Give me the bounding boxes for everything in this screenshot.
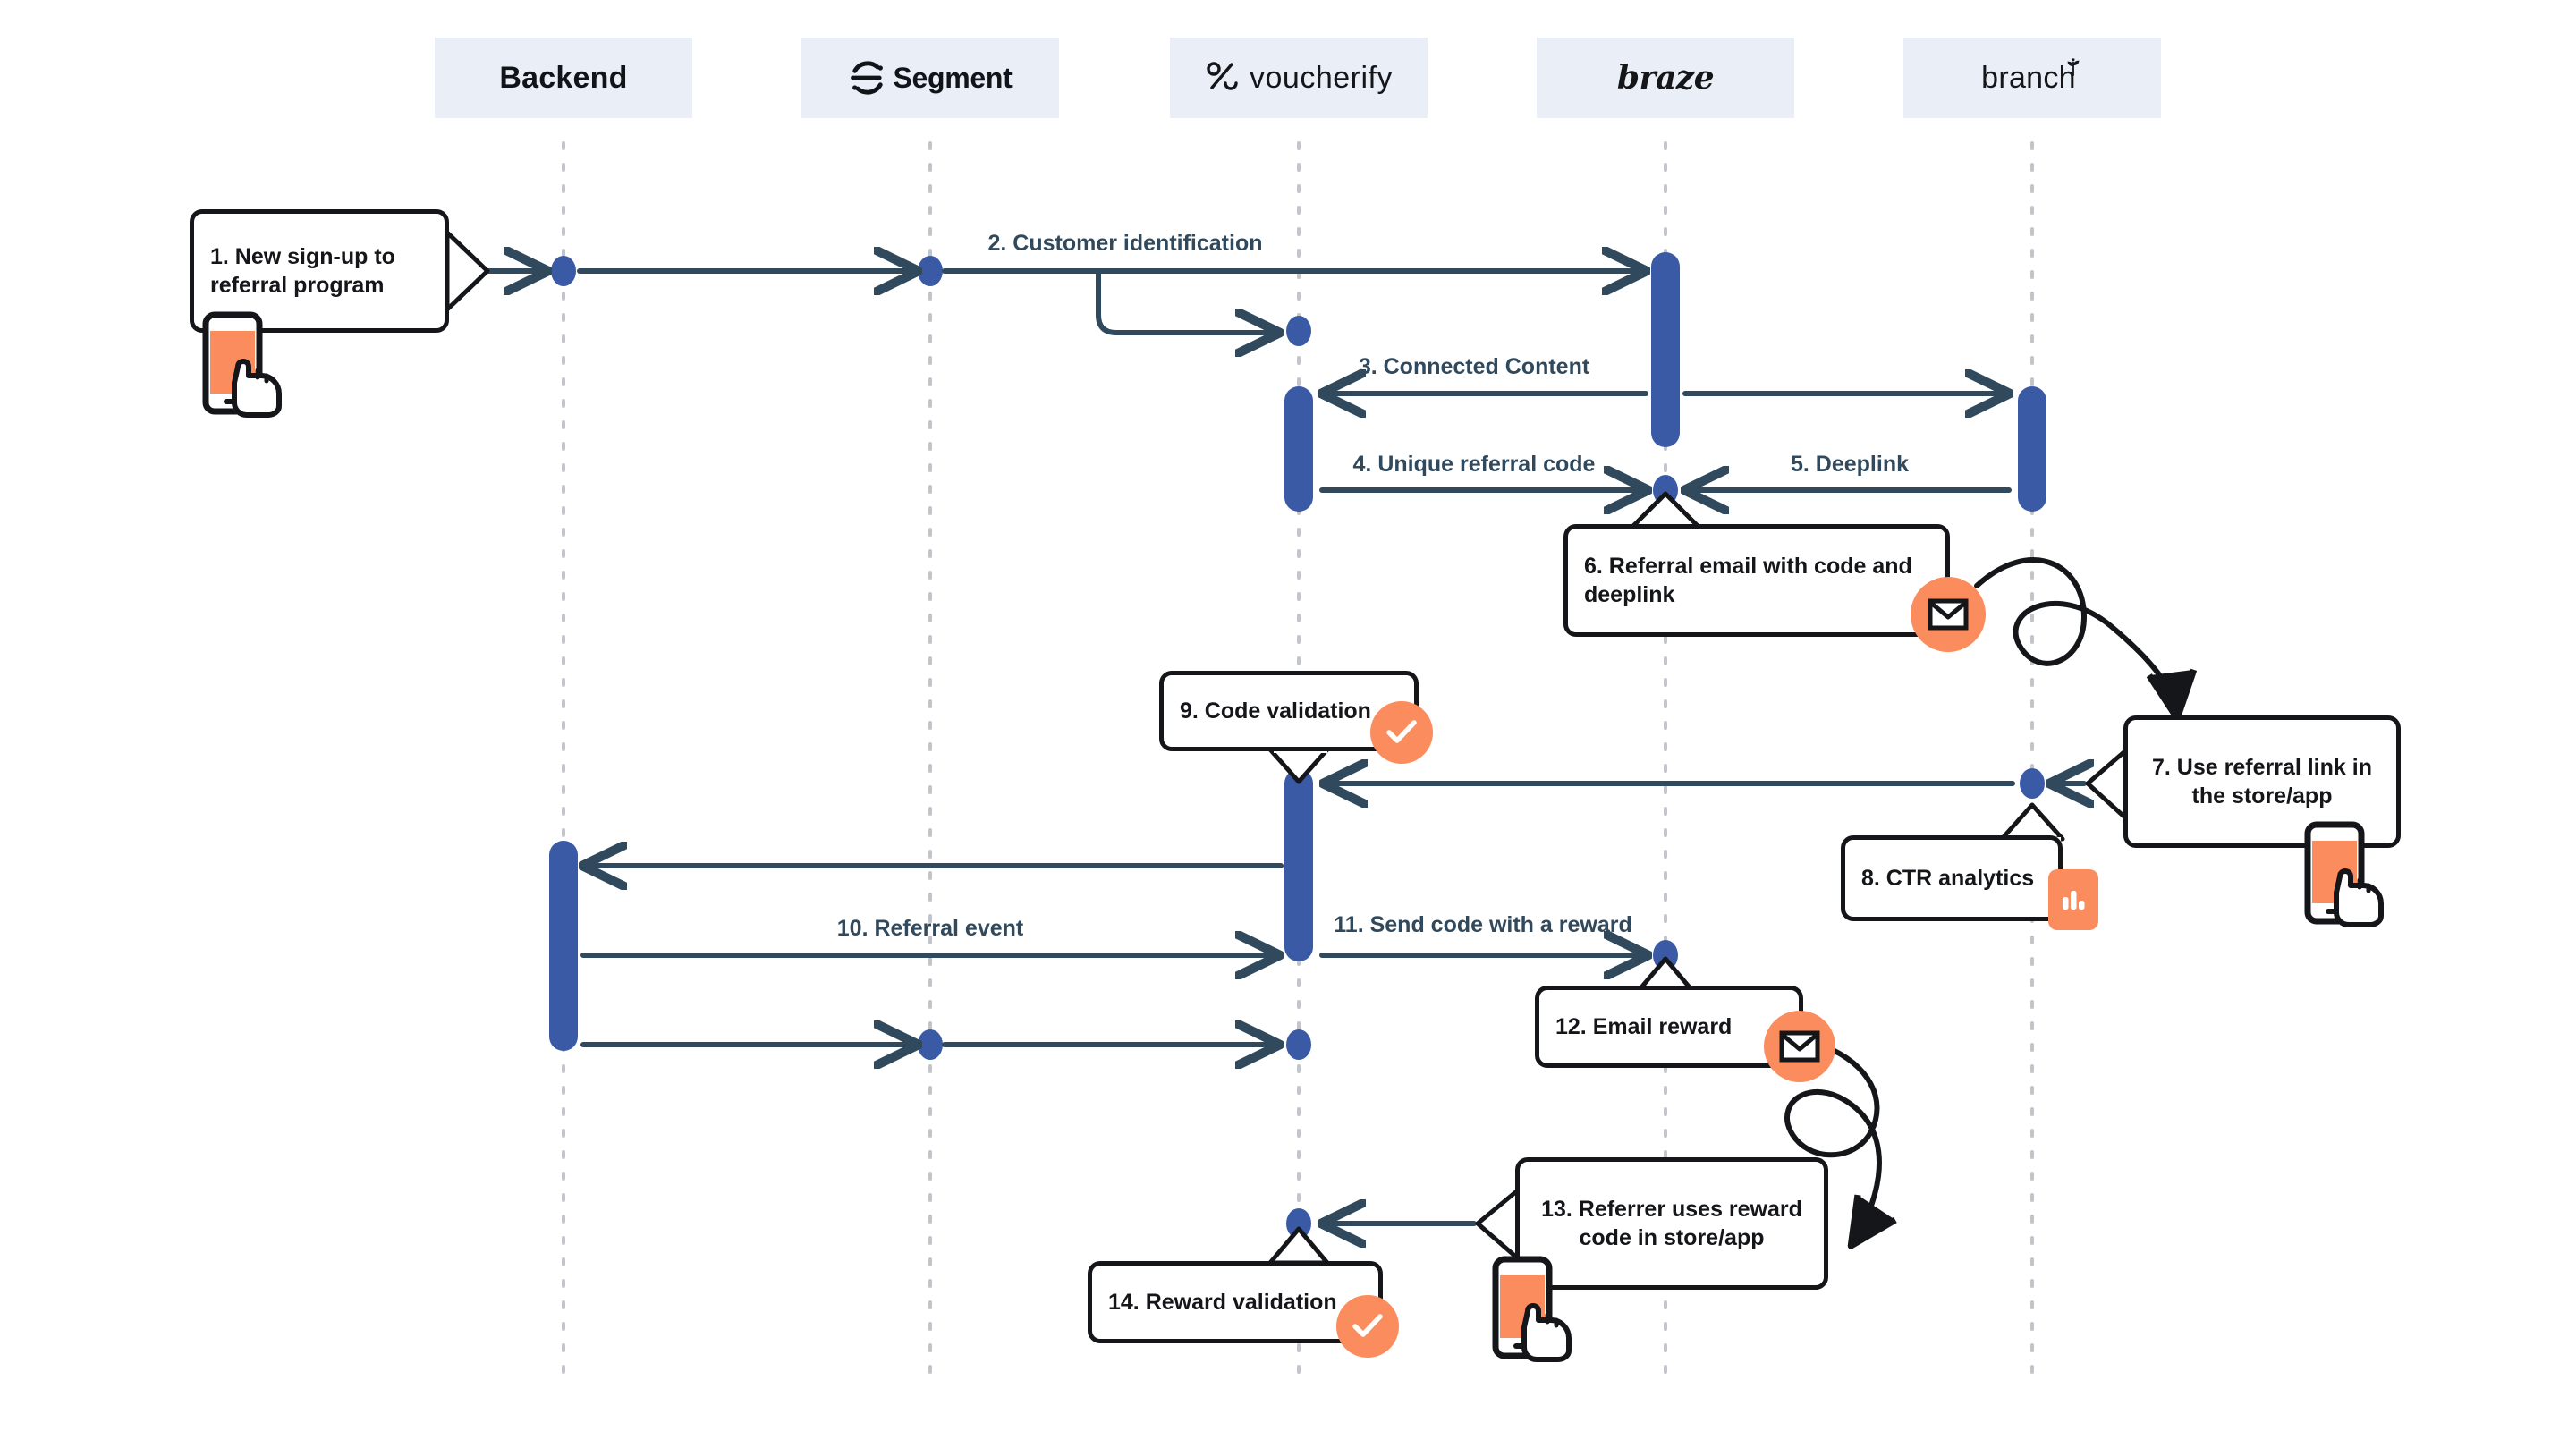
participant-label-voucherify: voucherify <box>1250 60 1393 95</box>
callout-7-text: 7. Use referral link in the store/app <box>2152 755 2372 809</box>
callout-14-text: 14. Reward validation <box>1108 1290 1337 1315</box>
participant-header-segment[interactable]: Segment <box>801 38 1059 118</box>
callout-12-email-reward[interactable]: 12. Email reward <box>1535 986 1803 1068</box>
callout-12-text: 12. Email reward <box>1555 1014 1733 1039</box>
voucherify-percent-icon <box>1207 62 1238 90</box>
callout-14-tail <box>1267 1226 1330 1266</box>
callout-8-ctr-analytics[interactable]: 8. CTR analytics <box>1841 835 2063 921</box>
envelope-icon-6 <box>1911 577 1986 652</box>
participant-header-braze[interactable]: braze <box>1537 38 1794 118</box>
callout-8-tail <box>1999 802 2065 842</box>
segment-logo: Segment <box>848 58 1013 97</box>
participant-label-branch: branch <box>1981 60 2076 95</box>
voucherify-logo: voucherify <box>1205 60 1393 96</box>
callout-tails <box>436 230 2138 1274</box>
callout-1-tail <box>445 230 490 312</box>
callout-1-text: 1. New sign-up to referral program <box>210 244 395 298</box>
activation-bars <box>549 252 2046 1051</box>
curve-6-to-7 <box>1974 557 2198 722</box>
segment-mark-icon <box>851 61 884 95</box>
callout-9-text: 9. Code validation <box>1180 699 1371 724</box>
callout-7-tail <box>2085 747 2130 822</box>
message-label-2: 2. Customer identification <box>987 231 1263 256</box>
participant-header-voucherify[interactable]: voucherify <box>1170 38 1428 118</box>
callout-13-tail <box>1475 1187 1521 1262</box>
message-label-5: 5. Deeplink <box>1791 452 1909 477</box>
envelope-icon-12 <box>1764 1011 1835 1082</box>
callout-13-text: 13. Referrer uses reward code in store/a… <box>1541 1197 1802 1250</box>
participant-header-backend[interactable]: Backend <box>435 38 692 118</box>
message-label-4: 4. Unique referral code <box>1352 452 1596 477</box>
bar-chart-icon-8 <box>2048 869 2098 930</box>
callout-9-tail <box>1267 747 1330 784</box>
phone-tap-icon-13 <box>1488 1256 1603 1363</box>
callout-6-tail <box>1629 491 1702 530</box>
sprout-icon <box>2067 57 2080 76</box>
phone-tap-icon-7 <box>2301 821 2415 928</box>
sequence-diagram-canvas: Backend Segment voucherify braze branch … <box>0 0 2576 1431</box>
check-icon-14 <box>1336 1295 1399 1358</box>
phone-tap-icon-1 <box>199 311 313 419</box>
check-icon-9 <box>1370 701 1433 764</box>
callout-8-text: 8. CTR analytics <box>1861 866 2035 891</box>
branch-logo: branch <box>1981 57 2083 96</box>
participant-label-backend: Backend <box>499 60 628 95</box>
participant-label-braze: braze <box>1616 59 1715 97</box>
braze-logo: braze <box>1616 59 1715 97</box>
message-label-10: 10. Referral event <box>836 916 1024 941</box>
callout-6-text: 6. Referral email with code and deeplink <box>1584 554 1912 607</box>
callout-6-referral-email[interactable]: 6. Referral email with code and deeplink <box>1563 524 1950 637</box>
participant-label-segment: Segment <box>893 61 1013 94</box>
message-label-3: 3. Connected Content <box>1358 354 1590 379</box>
message-label-11: 11. Send code with a reward <box>1334 912 1632 937</box>
message-2-line <box>577 271 1646 333</box>
participant-header-branch[interactable]: branch <box>1903 38 2161 118</box>
